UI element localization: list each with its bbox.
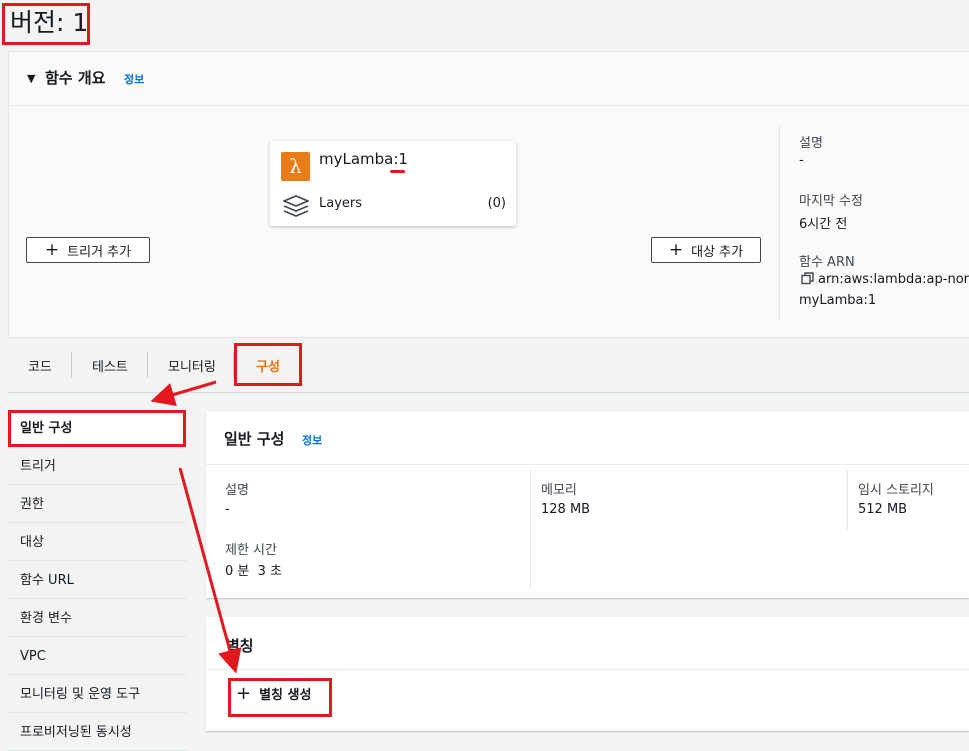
description-value: - bbox=[799, 153, 804, 168]
sidebar-item-triggers[interactable]: 트리거 bbox=[8, 448, 187, 485]
layers-icon bbox=[283, 195, 309, 217]
sidebar-item-concurrency[interactable]: 프로비저닝된 동시성 bbox=[8, 714, 187, 751]
tab-test[interactable]: 테스트 bbox=[92, 356, 128, 375]
layers-label[interactable]: Layers bbox=[319, 196, 362, 211]
last-modified-label: 마지막 수정 bbox=[799, 194, 863, 209]
arn-text: arn:aws:lambda:ap-northe bbox=[818, 272, 969, 287]
annotation-box-create-alias bbox=[228, 678, 332, 717]
arn-value-line2: myLamba:1 bbox=[799, 293, 877, 308]
column-divider bbox=[847, 470, 848, 530]
overview-title: 함수 개요 bbox=[45, 69, 106, 87]
function-card[interactable]: λ myLamba:1 Layers (0) bbox=[270, 141, 516, 226]
annotation-underline bbox=[390, 170, 405, 173]
sidebar-item-function-url[interactable]: 함수 URL bbox=[8, 562, 187, 599]
storage-label: 임시 스토리지 bbox=[858, 483, 934, 498]
tab-monitoring[interactable]: 모니터링 bbox=[168, 356, 216, 375]
add-trigger-button[interactable]: + 트리거 추가 bbox=[26, 237, 150, 263]
tab-code[interactable]: 코드 bbox=[28, 356, 52, 375]
function-version: 1 bbox=[398, 150, 408, 168]
function-name[interactable]: myLamba:1 bbox=[319, 150, 408, 168]
arn-label: 함수 ARN bbox=[799, 255, 855, 270]
description-label: 설명 bbox=[799, 136, 823, 151]
arrow-to-general bbox=[150, 380, 217, 407]
gc-description-value: - bbox=[225, 502, 230, 517]
general-config-title: 일반 구성 bbox=[224, 430, 285, 448]
add-destination-label: 대상 추가 bbox=[691, 244, 744, 260]
config-sidebar: 일반 구성 트리거 권한 대상 함수 URL 환경 변수 VPC 모니터링 및 … bbox=[8, 410, 187, 751]
column-divider bbox=[530, 470, 531, 588]
general-config-panel: 일반 구성 정보 설명 - 메모리 128 MB 임시 스토리지 512 MB … bbox=[206, 412, 969, 598]
copy-icon[interactable] bbox=[801, 272, 814, 285]
plus-icon: + bbox=[668, 240, 684, 260]
gc-description-label: 설명 bbox=[225, 483, 249, 498]
storage-value: 512 MB bbox=[858, 502, 908, 517]
header-divider bbox=[206, 464, 969, 465]
memory-label: 메모리 bbox=[541, 483, 577, 498]
sidebar-item-destinations[interactable]: 대상 bbox=[8, 524, 187, 561]
memory-value: 128 MB bbox=[541, 502, 591, 517]
function-name-prefix: myLamba: bbox=[319, 150, 399, 168]
info-link[interactable]: 정보 bbox=[302, 432, 322, 448]
timeout-label: 제한 시간 bbox=[225, 543, 277, 558]
sidebar-item-vpc[interactable]: VPC bbox=[8, 638, 187, 675]
tab-separator bbox=[71, 352, 72, 378]
caret-down-icon[interactable]: ▼ bbox=[27, 72, 35, 85]
add-trigger-label: 트리거 추가 bbox=[67, 244, 132, 260]
tabs-underline bbox=[8, 392, 969, 393]
timeout-value: 0 분 3 초 bbox=[225, 564, 282, 579]
tab-separator bbox=[147, 352, 148, 378]
lambda-icon: λ bbox=[281, 152, 310, 181]
sidebar-item-env-vars[interactable]: 환경 변수 bbox=[8, 600, 187, 637]
arn-value: arn:aws:lambda:ap-northe bbox=[801, 272, 969, 287]
header-divider bbox=[206, 669, 969, 670]
layers-count: (0) bbox=[487, 196, 506, 211]
sidebar-item-monitoring[interactable]: 모니터링 및 운영 도구 bbox=[8, 676, 187, 713]
plus-icon: + bbox=[44, 240, 60, 260]
alias-title: 별칭 bbox=[226, 637, 254, 655]
page-title: 버전: 1 bbox=[10, 8, 89, 37]
sidebar-item-permissions[interactable]: 권한 bbox=[8, 486, 187, 523]
sidebar-item-general[interactable]: 일반 구성 bbox=[8, 410, 186, 447]
add-destination-button[interactable]: + 대상 추가 bbox=[651, 237, 761, 263]
annotation-box-config-tab bbox=[234, 343, 302, 386]
last-modified-value: 6시간 전 bbox=[799, 217, 848, 232]
overview-header: ▼ 함수 개요 정보 bbox=[9, 52, 969, 106]
info-link[interactable]: 정보 bbox=[124, 71, 144, 87]
overview-divider bbox=[779, 125, 780, 320]
